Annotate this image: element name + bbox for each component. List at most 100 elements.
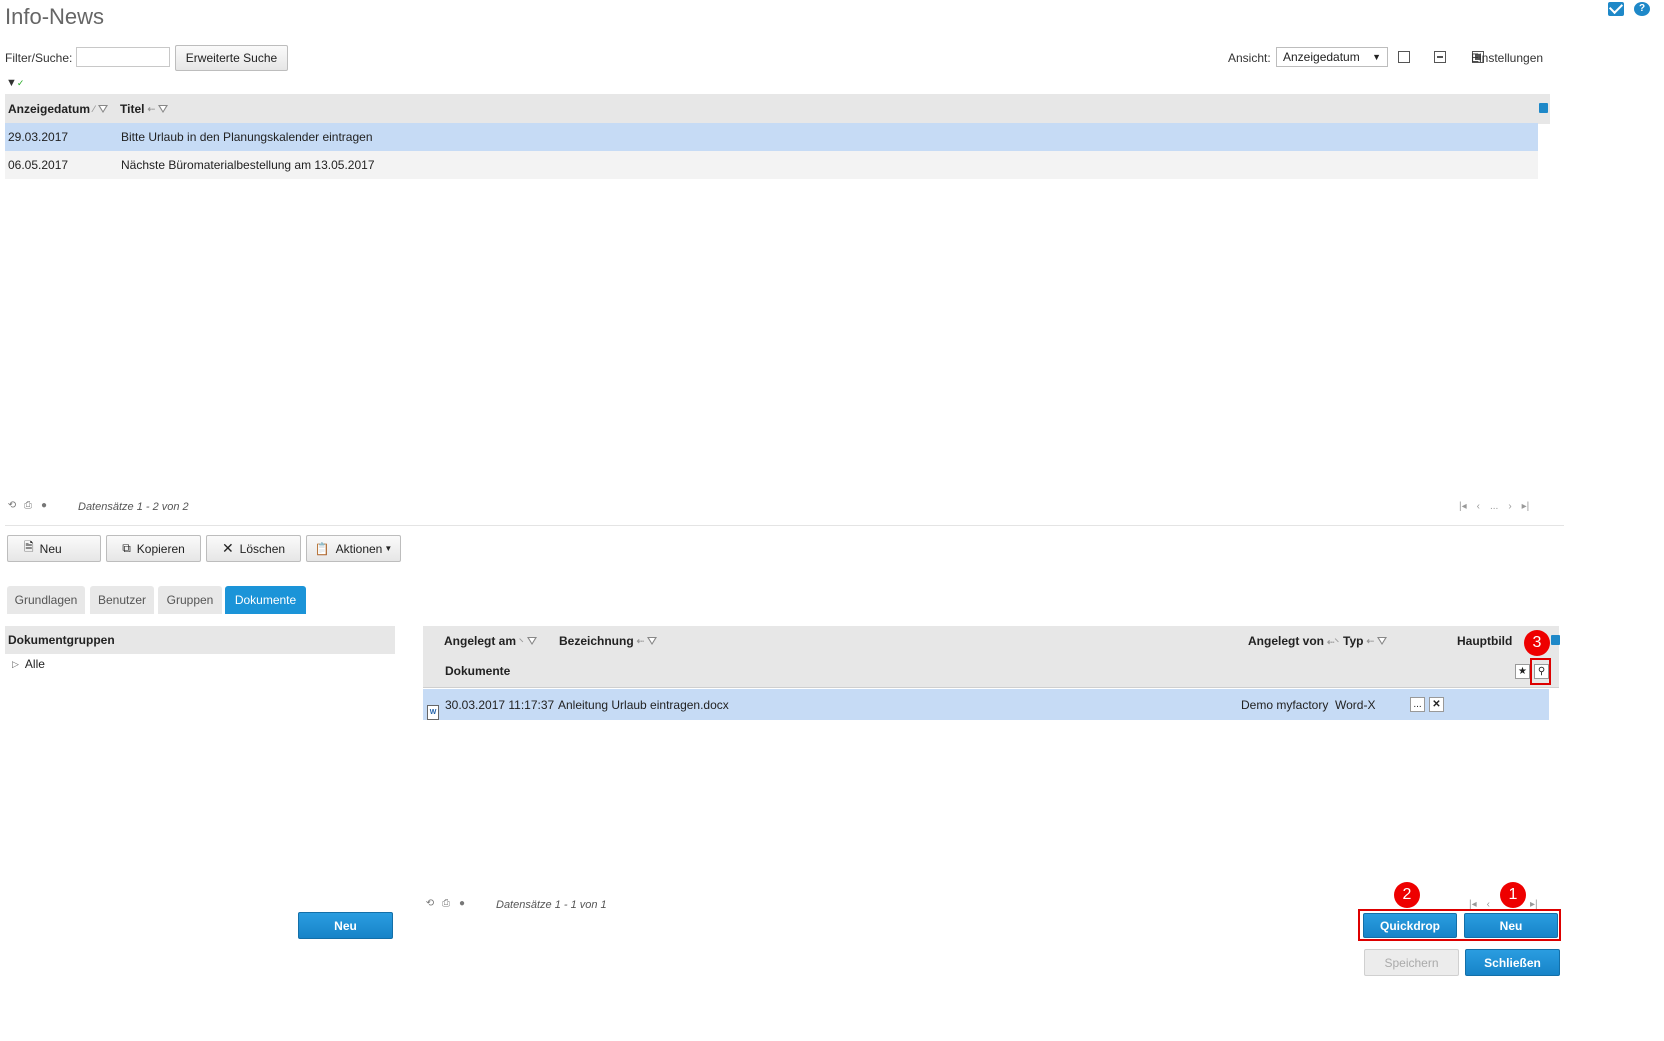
delete-icon: ✕	[221, 540, 234, 556]
col-titel[interactable]: Titel ⇠	[120, 102, 168, 116]
actions-button-label: Aktionen	[335, 541, 383, 556]
news-grid-footer-tools: ⟲ ⎙ ●	[7, 501, 49, 511]
annotation-marker-3: 3	[1524, 630, 1550, 656]
quickdrop-button[interactable]: Quickdrop	[1363, 913, 1457, 938]
annotation-marker-1: 1	[1500, 882, 1526, 908]
documents-record-info: Datensätze 1 - 1 von 1	[496, 899, 607, 911]
col-angelegt-am-label: Angelegt am	[444, 634, 517, 648]
new-document-icon: 🗎	[24, 540, 34, 554]
sort-icon[interactable]: ⸌	[519, 635, 524, 648]
row-type: Word-X	[1335, 697, 1376, 712]
col-angelegt-von[interactable]: Angelegt von ⇠⸌	[1248, 634, 1339, 648]
actions-icon: 📋	[314, 541, 330, 556]
annotation-marker-2: 2	[1394, 882, 1420, 908]
remove-icon[interactable]: ✕	[1429, 697, 1444, 712]
column-chooser-icon[interactable]	[1539, 103, 1548, 113]
doc-groups-header: Dokumentgruppen	[5, 626, 395, 654]
sort-icon[interactable]: ⇠	[637, 636, 645, 647]
export-icon[interactable]: ●	[457, 899, 467, 909]
view-select[interactable]: Anzeigedatum ▼	[1276, 47, 1388, 67]
close-button[interactable]: Schließen	[1465, 949, 1560, 976]
col-hauptbild-label: Hauptbild	[1457, 634, 1513, 648]
help-icon[interactable]: ?	[1634, 2, 1650, 16]
expand-icon[interactable]: ▷	[12, 659, 19, 670]
filter-icon[interactable]	[647, 637, 658, 645]
col-angelegt-am[interactable]: Angelegt am ⸌	[444, 634, 537, 648]
column-chooser-icon[interactable]	[1551, 635, 1560, 645]
tab-gruppen[interactable]: Gruppen	[158, 586, 222, 614]
sort-icon[interactable]: ⇠	[147, 104, 155, 115]
sort-icon[interactable]: ⁄	[93, 104, 95, 114]
page-title: Info-News	[5, 4, 105, 29]
col-angelegt-von-label: Angelegt von	[1248, 634, 1325, 648]
filter-icon[interactable]	[158, 105, 168, 113]
table-row[interactable]: 29.03.2017 Bitte Urlaub in den Planungsk…	[5, 123, 1538, 151]
dropdown-arrow-icon: ▼	[1372, 52, 1381, 62]
mail-icon[interactable]	[1608, 2, 1624, 16]
row-created-at: 30.03.2017 11:17:37	[445, 697, 555, 712]
documents-grid-header: Angelegt am ⸌ Bezeichnung ⇠ Angelegt von…	[423, 626, 1559, 688]
print-icon[interactable]: ⎙	[441, 899, 451, 909]
table-row[interactable]: 06.05.2017 Nächste Büromaterialbestellun…	[5, 151, 1538, 179]
news-record-info: Datensätze 1 - 2 von 2	[78, 501, 189, 513]
view-single-icon[interactable]	[1398, 51, 1410, 63]
filter-input[interactable]	[76, 47, 170, 67]
table-row[interactable]: W 30.03.2017 11:17:37 Anleitung Urlaub e…	[423, 689, 1549, 720]
documents-subheader: Dokumente	[445, 664, 511, 678]
col-anzeigedatum[interactable]: Anzeigedatum ⁄	[8, 102, 108, 116]
copy-button[interactable]: ⧉ Kopieren	[106, 535, 201, 562]
row-date: 29.03.2017	[8, 130, 69, 144]
more-options-button[interactable]: ...	[1410, 697, 1425, 712]
star-icon[interactable]: ★	[1515, 664, 1530, 679]
print-icon[interactable]: ⎙	[23, 501, 33, 511]
doc-group-item-label: Alle	[24, 657, 45, 671]
documents-footer-tools: ⟲ ⎙ ●	[425, 899, 467, 909]
row-created-by: Demo myfactory	[1241, 697, 1329, 712]
row-title: Bitte Urlaub in den Planungskalender ein…	[121, 130, 373, 144]
tab-benutzer[interactable]: Benutzer	[90, 586, 154, 614]
new-button[interactable]: 🗎 Neu	[7, 535, 101, 562]
col-typ[interactable]: Typ ⇠	[1343, 634, 1387, 648]
sort-icon[interactable]: ⇠⸌	[1327, 635, 1339, 648]
save-button[interactable]: Speichern	[1364, 949, 1459, 976]
refresh-icon[interactable]: ⟲	[7, 501, 17, 511]
new-button-label: Neu	[39, 541, 62, 556]
view-split-icon[interactable]	[1434, 51, 1447, 63]
documents-new-button[interactable]: Neu	[1464, 913, 1558, 938]
col-anzeigedatum-label: Anzeigedatum	[8, 102, 91, 116]
export-icon[interactable]: ●	[39, 501, 49, 511]
filter-active-icon[interactable]: ▼✓	[6, 77, 24, 89]
chevron-down-icon: ▼	[384, 544, 393, 553]
first-page-icon[interactable]: |◂	[1459, 501, 1467, 512]
row-date: 06.05.2017	[8, 158, 69, 172]
delete-button[interactable]: ✕ Löschen	[206, 535, 301, 562]
row-title: Nächste Büromaterialbestellung am 13.05.…	[121, 158, 375, 172]
view-select-value: Anzeigedatum	[1283, 50, 1360, 64]
news-grid-header: Anzeigedatum ⁄ Titel ⇠	[5, 94, 1550, 124]
col-bezeichnung-label: Bezeichnung	[559, 634, 634, 648]
actions-button[interactable]: 📋 Aktionen ▼	[306, 535, 401, 562]
refresh-icon[interactable]: ⟲	[425, 899, 435, 909]
filter-icon[interactable]	[97, 105, 108, 113]
col-bezeichnung[interactable]: Bezeichnung ⇠	[559, 634, 658, 648]
doc-group-new-button[interactable]: Neu	[298, 912, 393, 939]
col-titel-label: Titel	[120, 102, 145, 116]
prev-page-icon[interactable]: ‹	[1477, 501, 1480, 512]
filter-icon[interactable]	[1377, 637, 1387, 645]
last-page-icon[interactable]: ▸|	[1522, 501, 1530, 512]
tab-grundlagen[interactable]: Grundlagen	[7, 586, 85, 614]
view-label: Ansicht:	[1228, 51, 1271, 65]
col-typ-label: Typ	[1343, 634, 1364, 648]
pager-dots[interactable]: ...	[1490, 501, 1498, 512]
copy-icon: ⧉	[122, 541, 131, 555]
news-pager: |◂ ‹ ... › ▸|	[1459, 501, 1529, 512]
word-file-icon: W	[427, 705, 439, 720]
next-page-icon[interactable]: ›	[1508, 501, 1511, 512]
filter-icon[interactable]	[526, 637, 537, 645]
doc-group-item-alle[interactable]: ▷ Alle	[12, 657, 45, 671]
col-hauptbild[interactable]: Hauptbild	[1457, 634, 1512, 648]
sort-icon[interactable]: ⇠	[1366, 636, 1374, 647]
tab-dokumente[interactable]: Dokumente	[225, 586, 306, 614]
settings-link[interactable]: Einstellungen	[1471, 51, 1543, 65]
advanced-search-button[interactable]: Erweiterte Suche	[175, 45, 288, 71]
